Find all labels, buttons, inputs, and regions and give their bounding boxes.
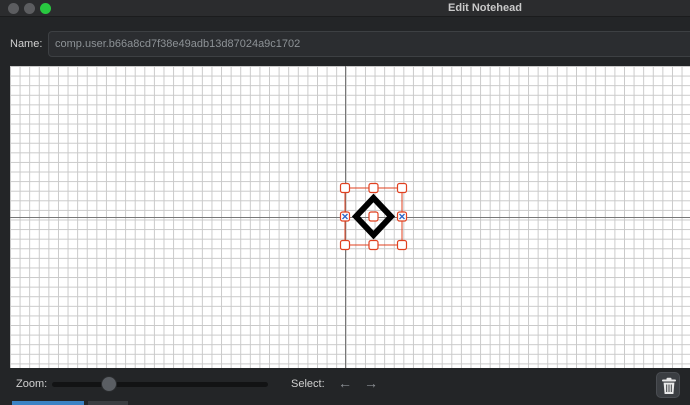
attachment-point-right[interactable] xyxy=(396,211,408,222)
zoom-slider-thumb[interactable] xyxy=(101,376,117,392)
notehead-canvas[interactable] xyxy=(10,66,690,368)
trash-icon xyxy=(662,377,676,394)
delete-button[interactable] xyxy=(656,372,680,398)
notehead-glyph-editor[interactable] xyxy=(335,178,415,258)
primary-action-button-edge[interactable] xyxy=(12,401,84,405)
arrow-right-icon[interactable]: → xyxy=(364,375,378,391)
select-label: Select: xyxy=(291,378,325,390)
arrow-left-icon[interactable]: ← xyxy=(338,375,352,391)
name-label: Name: xyxy=(10,38,43,50)
zoom-slider-track[interactable] xyxy=(52,382,268,387)
name-input[interactable]: comp.user.b66a8cd7f38e49adb13d87024a9c17… xyxy=(48,31,690,57)
resize-handle-top-left[interactable] xyxy=(339,182,351,194)
resize-handle-bottom[interactable] xyxy=(368,239,379,251)
name-row: Name: comp.user.b66a8cd7f38e49adb13d8702… xyxy=(0,17,690,65)
attachment-point-left[interactable] xyxy=(339,211,351,222)
center-handle[interactable] xyxy=(368,211,379,222)
zoom-label: Zoom: xyxy=(16,378,48,390)
secondary-action-button-edge[interactable] xyxy=(88,401,128,405)
bottom-toolbar: Zoom: Select: ← → xyxy=(0,368,690,405)
resize-handle-top-right[interactable] xyxy=(396,182,408,194)
title-bar: Edit Notehead xyxy=(0,0,690,17)
resize-handle-bottom-right[interactable] xyxy=(396,239,408,251)
resize-handle-top[interactable] xyxy=(368,182,379,194)
window-title: Edit Notehead xyxy=(448,2,522,14)
resize-handle-bottom-left[interactable] xyxy=(339,239,351,251)
